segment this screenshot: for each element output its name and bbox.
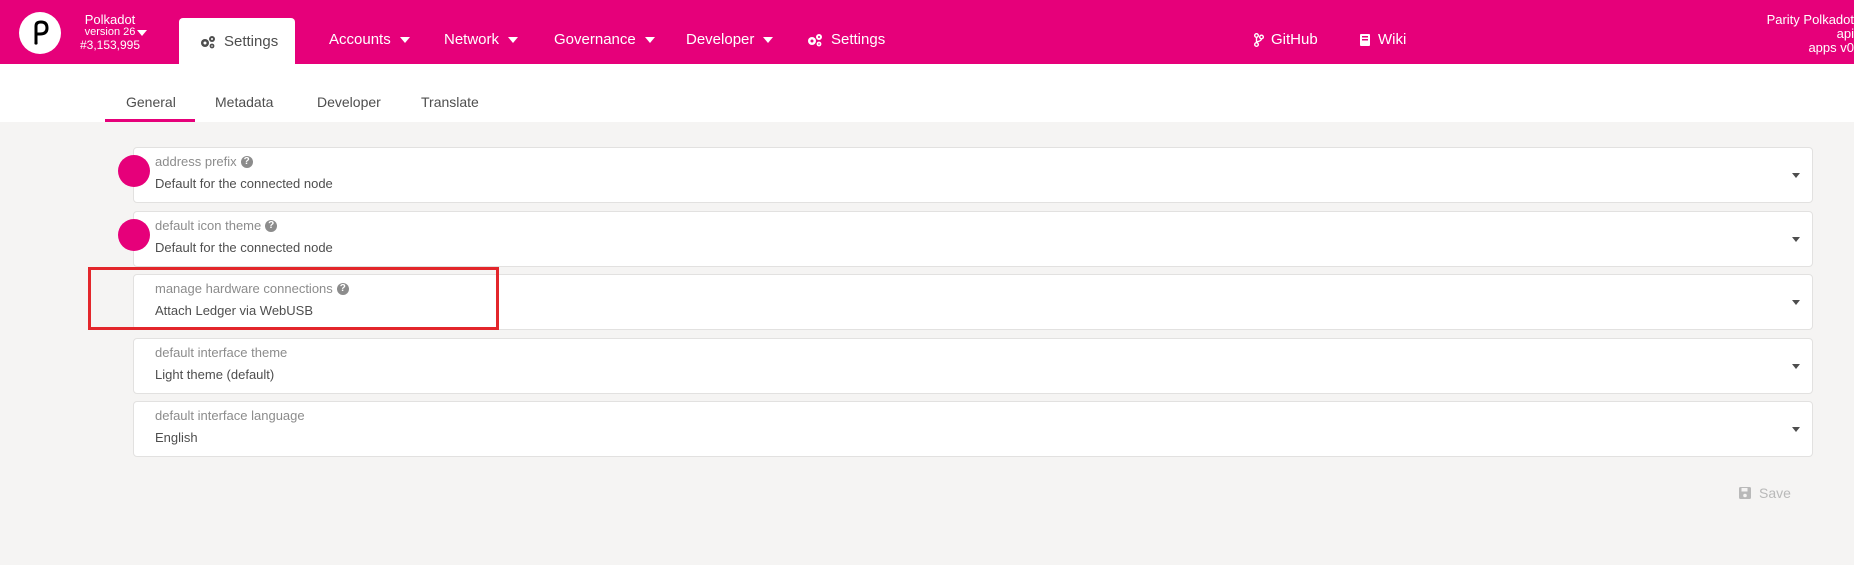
tab-developer[interactable]: Developer xyxy=(317,94,381,110)
top-bar: Polkadot version 26 #3,153,995 Settings … xyxy=(0,0,1854,64)
node-name: Parity Polkadot xyxy=(1766,12,1854,27)
nav-label: Developer xyxy=(686,31,755,48)
nav-label: Governance xyxy=(554,31,636,48)
nav-accounts[interactable]: Accounts xyxy=(329,31,410,48)
nav-label: Settings xyxy=(831,31,886,48)
apps-version: apps v0 xyxy=(1808,40,1854,55)
chevron-down-icon[interactable] xyxy=(137,30,147,36)
chevron-down-icon[interactable] xyxy=(1792,173,1800,178)
chevron-down-icon[interactable] xyxy=(1792,300,1800,305)
nav-label: Network xyxy=(444,31,500,48)
interface-theme-value: Light theme (default) xyxy=(155,367,275,382)
api-version: api xyxy=(1836,26,1854,41)
interface-language-dropdown[interactable]: default interface language English xyxy=(133,401,1813,457)
chevron-down-icon xyxy=(763,36,774,43)
tab-translate[interactable]: Translate xyxy=(421,94,479,110)
interface-language-value: English xyxy=(155,430,198,445)
tab-settings-active[interactable]: Settings xyxy=(179,18,295,64)
polkadot-logo-icon[interactable] xyxy=(19,12,61,54)
settings-subnav: General Metadata Developer Translate xyxy=(0,64,1854,122)
icon-theme-value: Default for the connected node xyxy=(155,240,333,255)
chevron-down-icon xyxy=(508,36,519,43)
identity-avatar-icon xyxy=(118,155,150,187)
interface-theme-dropdown[interactable]: default interface theme Light theme (def… xyxy=(133,338,1813,394)
icon-theme-dropdown[interactable]: default icon theme ? Default for the con… xyxy=(133,211,1813,267)
chevron-down-icon[interactable] xyxy=(1792,364,1800,369)
chain-name: Polkadot xyxy=(84,12,136,27)
highlight-annotation xyxy=(88,267,499,330)
identity-avatar-icon xyxy=(118,219,150,251)
chevron-down-icon xyxy=(399,36,410,43)
address-prefix-value: Default for the connected node xyxy=(155,176,333,191)
row-label: default interface language xyxy=(155,408,305,423)
chevron-down-icon[interactable] xyxy=(1792,427,1800,432)
github-label: GitHub xyxy=(1271,31,1318,48)
row-label: default icon theme ? xyxy=(155,218,278,233)
gears-icon xyxy=(808,33,822,46)
nav-developer[interactable]: Developer xyxy=(686,31,774,48)
address-prefix-dropdown[interactable]: address prefix ? Default for the connect… xyxy=(133,147,1813,203)
row-label: address prefix ? xyxy=(155,154,253,169)
nav-settings[interactable]: Settings xyxy=(806,31,885,48)
chevron-down-icon[interactable] xyxy=(1792,237,1800,242)
gears-icon xyxy=(201,35,215,48)
nav-governance[interactable]: Governance xyxy=(554,31,655,48)
wiki-label: Wiki xyxy=(1378,31,1407,48)
interface-theme-label: default interface theme xyxy=(155,345,288,360)
chevron-down-icon xyxy=(644,36,655,43)
book-icon xyxy=(1360,33,1370,46)
icon-theme-label: default icon theme xyxy=(155,218,262,233)
help-icon[interactable]: ? xyxy=(240,155,253,168)
wiki-link[interactable]: Wiki xyxy=(1359,31,1406,48)
save-icon xyxy=(1739,487,1751,499)
github-link[interactable]: GitHub xyxy=(1254,31,1318,48)
code-branch-icon xyxy=(1254,32,1264,47)
interface-language-label: default interface language xyxy=(155,408,305,423)
address-prefix-label: address prefix xyxy=(155,154,237,169)
nav-network[interactable]: Network xyxy=(444,31,519,48)
active-tab-indicator xyxy=(105,119,195,122)
tab-general[interactable]: General xyxy=(126,94,176,110)
tab-metadata[interactable]: Metadata xyxy=(215,94,273,110)
row-label: default interface theme xyxy=(155,345,287,360)
active-tab-label: Settings xyxy=(224,33,279,50)
node-info: Parity Polkadot api apps v0 xyxy=(1714,13,1854,55)
chain-block-number: #3,153,995 xyxy=(79,38,141,52)
help-icon[interactable]: ? xyxy=(265,219,278,232)
save-label: Save xyxy=(1759,485,1791,501)
nav-label: Accounts xyxy=(329,31,391,48)
save-button[interactable]: Save xyxy=(1738,485,1791,501)
